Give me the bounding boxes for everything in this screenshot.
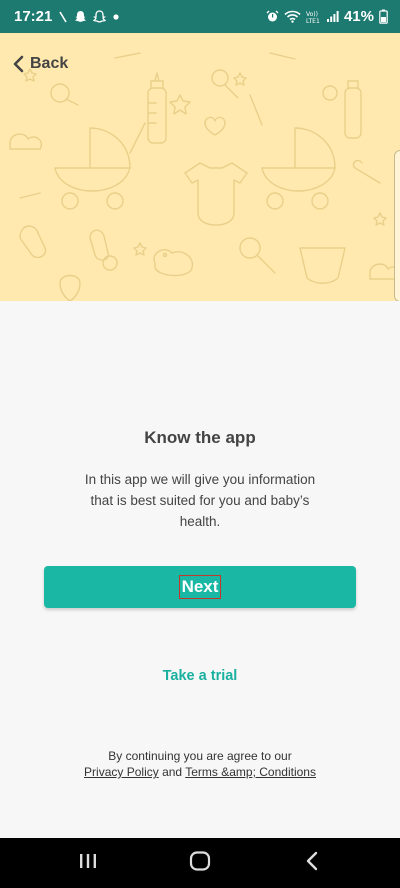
page-title: Know the app	[144, 428, 256, 447]
back-nav-button[interactable]	[282, 838, 342, 888]
chevron-left-icon	[12, 55, 26, 73]
signal-wave-icon	[58, 11, 68, 23]
legal-prefix: By continuing you are agree to our	[108, 749, 292, 763]
legal-notice: By continuing you are agree to our Priva…	[0, 748, 400, 780]
wifi-icon	[284, 10, 301, 23]
cell-signal-icon	[326, 10, 339, 23]
side-panel-handle[interactable]	[394, 150, 400, 301]
status-left: 17:21	[14, 0, 120, 33]
onboarding-screen: 17:21 Vo)) LTE1 41% Back Know the app In…	[0, 0, 400, 888]
legal-links: Privacy Policy and Terms &amp; Condition…	[0, 764, 400, 780]
status-bar: 17:21 Vo)) LTE1 41%	[0, 0, 400, 33]
recent-apps-button[interactable]	[58, 838, 118, 888]
status-time: 17:21	[14, 8, 53, 25]
recent-apps-icon	[78, 852, 98, 875]
page-description: In this app we will give you information…	[84, 472, 316, 529]
home-icon	[189, 850, 211, 876]
svg-text:Vo)): Vo))	[306, 11, 318, 18]
header-illustration: Back	[0, 33, 400, 301]
next-button-label: Next	[178, 575, 222, 599]
home-button[interactable]	[170, 838, 230, 888]
status-right: Vo)) LTE1 41%	[266, 0, 388, 33]
dot-icon	[112, 13, 120, 21]
svg-text:LTE1: LTE1	[306, 18, 320, 24]
back-label: Back	[30, 55, 69, 72]
snapchat-icon	[74, 10, 87, 23]
volte-lte-icon: Vo)) LTE1	[306, 10, 321, 24]
battery-percent: 41%	[343, 8, 374, 25]
privacy-policy-link[interactable]: Privacy Policy	[84, 765, 159, 779]
back-nav-icon	[305, 851, 319, 876]
terms-link[interactable]: Terms &amp; Conditions	[185, 765, 316, 779]
legal-conjunction: and	[162, 765, 183, 779]
alarm-icon	[266, 10, 279, 23]
system-nav-bar	[0, 838, 400, 888]
battery-icon	[379, 9, 388, 24]
back-button[interactable]: Back	[12, 49, 68, 79]
next-button[interactable]: Next	[44, 566, 356, 608]
snapchat-icon	[93, 10, 107, 23]
take-trial-link[interactable]: Take a trial	[0, 668, 400, 684]
